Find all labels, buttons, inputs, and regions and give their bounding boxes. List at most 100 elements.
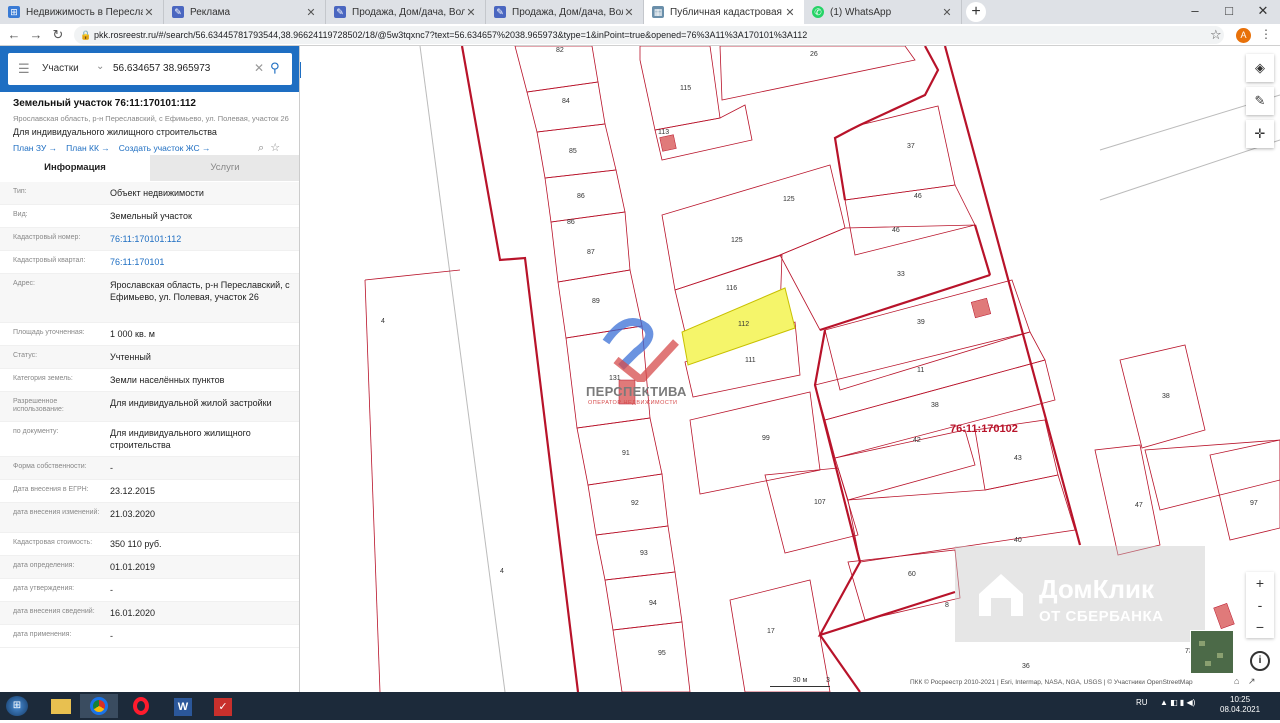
info-row-label: дата утверждения: [13,585,75,592]
close-icon[interactable]: ✕ [465,6,477,19]
favorite-star-icon[interactable]: ☆ [270,142,280,154]
parcel-number-label: 113 [658,129,669,136]
browser-tab[interactable]: ✎Продажа, Дом/дача, Волжский✕ [326,0,486,24]
parcel-number-label: 33 [897,271,905,278]
parcel-number-label: 11 [917,367,924,374]
basemap-thumbnail[interactable] [1190,630,1234,674]
close-icon[interactable]: ✕ [623,6,635,19]
clear-search-icon[interactable]: ✕ [254,61,264,75]
hamburger-menu-icon[interactable]: ☰ [18,61,30,77]
maximize-button[interactable]: □ [1212,0,1246,24]
parcel-number-label: 43 [1014,455,1022,462]
parcel-number-label: 46 [914,193,922,200]
info-row: Форма собственности: - [0,457,299,480]
close-icon[interactable]: ✕ [784,6,796,19]
tab-services[interactable]: Услуги [150,155,299,181]
reload-icon[interactable]: ↻ [50,27,66,43]
browser-tab[interactable]: ✎ Реклама ✕ [164,0,326,24]
parcel-address: Ярославская область, р-н Переславский, с… [13,114,289,123]
layers-icon: ◈ [1255,60,1265,75]
locate-button[interactable]: ✛ [1246,120,1274,148]
measure-button[interactable]: ✎ [1246,87,1274,115]
browser-tab[interactable]: ⊞Недвижимость в Переславле-З✕ [0,0,164,24]
parcel-number-label: 60 [908,571,916,578]
chevron-down-icon[interactable]: ⌄ [96,61,104,72]
parcel-number-label: 92 [631,500,639,507]
zoom-to-icon[interactable]: ⌕ [258,142,264,154]
arrow-icon[interactable]: ↗ [1248,676,1256,687]
menu-kebab-icon[interactable]: ⋮ [1260,27,1272,41]
zoom-level-indicator[interactable]: - [1246,594,1274,616]
info-row-value: Земли населённых пунктов [110,375,225,385]
info-row: Разрешенное использование: Для индивидуал… [0,392,299,422]
parcel-number-label: 115 [680,85,691,92]
new-tab-button[interactable]: + [966,2,986,22]
info-row-label: Разрешенное использование: [13,398,64,413]
account-avatar[interactable]: A [1236,28,1251,43]
bookmark-star-icon[interactable]: ☆ [1210,27,1222,43]
parcel-number-label: 93 [640,550,648,557]
chrome-taskbar-icon[interactable] [80,694,118,718]
info-row-value: Ярославская область, р-н Переславский, с… [110,280,290,302]
domclick-subtitle: ОТ СБЕРБАНКА [1039,608,1164,625]
tab-information[interactable]: Информация [0,155,150,181]
info-row-link[interactable]: 76:11:170101:112 [110,233,295,245]
plan-zu-link[interactable]: План ЗУ → [13,143,57,153]
browser-tab-active[interactable]: ▦Публичная кадастровая карта✕ [644,0,804,24]
browser-tab[interactable]: ✆ (1) WhatsApp ✕ [804,0,962,24]
info-row-value: 16.01.2020 [110,608,156,618]
explorer-taskbar-icon[interactable] [42,694,80,718]
opera-taskbar-icon[interactable] [122,694,160,718]
parcel-number-label: 47 [1135,502,1143,509]
back-icon[interactable]: ← [6,27,22,43]
parcel-number-label: 85 [569,148,577,155]
language-indicator[interactable]: RU [1136,698,1148,707]
windows-taskbar: ⊞ W ✓ RU ▲ ◧ ▮ ◀) 10:25 08.04.2021 [0,692,1280,720]
close-icon[interactable]: ✕ [143,6,155,19]
parcel-title: Земельный участок 76:11:170101:112 [13,98,196,109]
zoom-out-button[interactable]: − [1246,616,1274,638]
info-row-value: Для индивидуального жилищного строительс… [110,428,251,450]
info-row-link[interactable]: 76:11:170101 [110,256,295,268]
start-button[interactable]: ⊞ [6,696,28,716]
close-icon[interactable]: ✕ [305,6,317,19]
system-clock[interactable]: 10:25 08.04.2021 [1220,695,1260,715]
close-icon[interactable]: ✕ [941,6,953,19]
scale-extra: 3 [826,677,830,684]
parcel-number-label: 111 [745,357,756,364]
info-row-label: Адрес: [13,280,35,287]
parcel-number-label: 84 [562,98,570,105]
info-icon[interactable]: i [1250,651,1270,671]
close-window-button[interactable]: ✕ [1246,0,1280,24]
url-input[interactable]: 🔒 pkk.rosreestr.ru/#/search/56.634457817… [74,26,1224,44]
home-icon[interactable]: ⌂ [1234,676,1239,686]
cadastral-map[interactable]: 82 26 84 115 113 85 37 86 86 125 46 46 125 87 33 116 89 1… [301,46,1280,692]
search-category-select[interactable]: Участки [42,63,79,74]
parcel-number-label: 8 [945,602,949,609]
parcel-tools: ⌕ ☆ [258,141,280,155]
forward-icon[interactable]: → [28,27,44,43]
info-row-label: Кадастровая стоимость: [13,539,93,546]
minimize-button[interactable]: – [1178,0,1212,24]
plan-kk-link[interactable]: План КК → [66,143,110,153]
ruler-icon: ✎ [1254,93,1266,108]
search-icon[interactable]: ⚲ [270,60,280,76]
parcel-number-label: 125 [731,237,743,244]
info-row: Вид: Земельный участок [0,205,299,228]
parcel-number-label: 116 [726,285,737,292]
perspektiva-logo [602,318,679,386]
zoom-in-button[interactable]: + [1246,572,1274,594]
info-row-value: Для индивидуальной жилой застройки [110,398,272,408]
layers-button[interactable]: ◈ [1246,54,1274,82]
info-row-label: Статус: [13,352,38,359]
app-taskbar-icon[interactable]: ✓ [204,694,242,718]
word-taskbar-icon[interactable]: W [164,694,202,718]
tray-icons[interactable]: ▲ ◧ ▮ ◀) [1160,698,1195,707]
info-row-value: - [110,631,113,641]
search-input[interactable]: 56.634657 38.965973 [113,63,210,74]
browser-tab[interactable]: ✎Продажа, Дом/дача, Волжский✕ [486,0,644,24]
info-row-value: - [110,585,113,595]
parcel-number-label: 39 [917,319,925,326]
info-row-label: дата определения: [13,562,75,569]
create-parcel-link[interactable]: Создать участок ЖС → [119,143,211,153]
